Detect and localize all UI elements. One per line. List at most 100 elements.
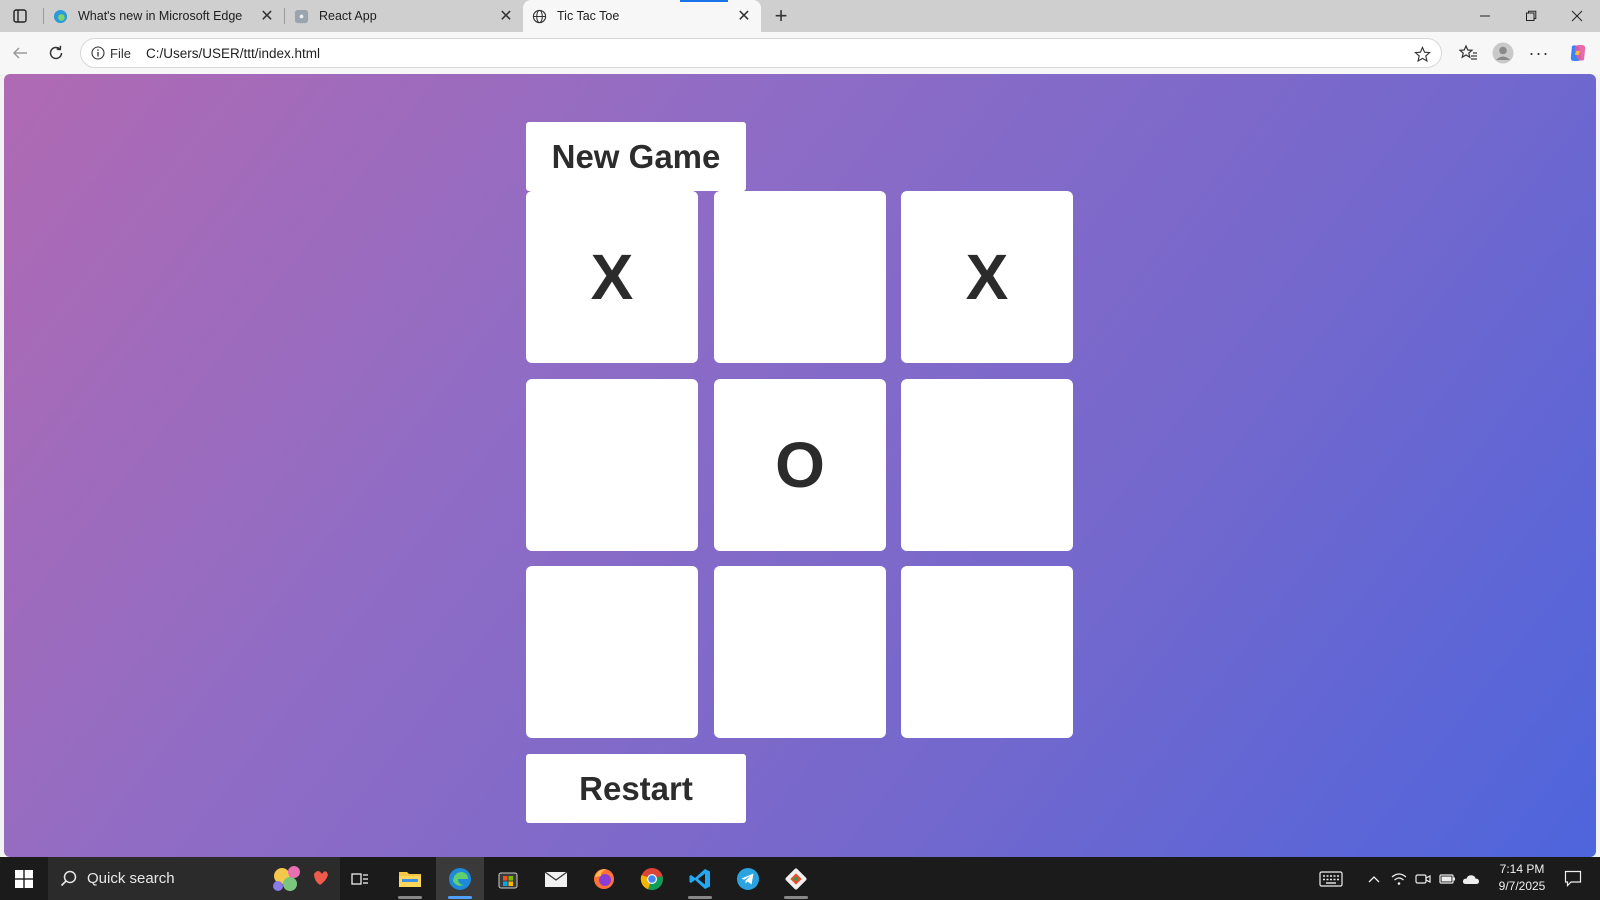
- refresh-button[interactable]: [42, 39, 70, 67]
- refresh-icon: [49, 45, 63, 60]
- running-indicator: [688, 896, 712, 899]
- battery-icon: [1438, 873, 1455, 884]
- chrome-icon: [640, 867, 663, 890]
- notification-icon: [1564, 870, 1582, 887]
- taskbar-firefox[interactable]: [580, 857, 628, 900]
- restore-icon: [1526, 10, 1537, 21]
- windows-start-icon: [15, 869, 33, 888]
- address-bar[interactable]: File C:/Users/USER/ttt/index.html: [80, 38, 1442, 68]
- camera-icon: [1415, 873, 1431, 884]
- running-indicator: [784, 896, 808, 899]
- taskbar-git-app[interactable]: [772, 857, 820, 900]
- mail-icon: [544, 870, 568, 887]
- board-cell-8[interactable]: [714, 566, 886, 738]
- favorites-button[interactable]: [1454, 39, 1482, 67]
- board-cell-2[interactable]: [714, 191, 886, 363]
- clock-date: 9/7/2025: [1498, 879, 1546, 893]
- clock-time: 7:14 PM: [1499, 862, 1545, 876]
- taskbar-mail[interactable]: [532, 857, 580, 900]
- favorites-icon: [1458, 44, 1477, 60]
- edge-icon: [52, 8, 68, 24]
- running-indicator: [398, 896, 422, 899]
- wifi-icon: [1391, 872, 1407, 885]
- favorite-star-icon[interactable]: [1413, 45, 1431, 63]
- git-app-icon: [785, 868, 807, 889]
- meet-now-button[interactable]: [1412, 857, 1434, 900]
- taskbar-edge[interactable]: [436, 857, 484, 900]
- folder-icon: [399, 871, 421, 887]
- store-icon: [498, 872, 518, 888]
- tab-title: React App: [319, 9, 377, 23]
- more-icon: ···: [1528, 42, 1550, 63]
- tab-close-icon[interactable]: ✕: [256, 5, 278, 27]
- scheme-label: File: [110, 45, 131, 61]
- edge-icon: [449, 867, 471, 890]
- chevron-up-icon: [1368, 875, 1380, 882]
- notifications-button[interactable]: [1556, 857, 1590, 900]
- tab-title: Tic Tac Toe: [557, 9, 620, 23]
- new-tab-button[interactable]: +: [769, 3, 793, 28]
- info-icon[interactable]: [90, 45, 106, 61]
- restart-button[interactable]: Restart: [526, 754, 746, 823]
- tab-actions-button[interactable]: [8, 5, 32, 27]
- board-cell-5[interactable]: O: [714, 379, 886, 551]
- globe-icon: [531, 8, 547, 24]
- react-icon: [293, 8, 309, 24]
- task-view-button[interactable]: [336, 857, 384, 900]
- tab-title: What's new in Microsoft Edge: [78, 9, 243, 23]
- minimize-button[interactable]: [1462, 0, 1508, 32]
- copilot-button[interactable]: [1564, 39, 1592, 67]
- tab-react-app[interactable]: React App ✕: [285, 0, 523, 32]
- board-cell-3[interactable]: X: [901, 191, 1073, 363]
- loading-indicator: [680, 0, 728, 2]
- taskbar-file-explorer[interactable]: [386, 857, 434, 900]
- touch-keyboard-button[interactable]: [1314, 857, 1348, 900]
- taskbar-clock[interactable]: 7:14 PM 9/7/2025: [1480, 861, 1564, 895]
- tab-whats-new[interactable]: What's new in Microsoft Edge ✕: [44, 0, 284, 32]
- page-viewport: New Game X X O Restart: [4, 74, 1596, 857]
- show-hidden-icons-button[interactable]: [1364, 857, 1384, 900]
- firefox-icon: [594, 868, 614, 889]
- back-button[interactable]: [6, 39, 34, 67]
- keyboard-icon: [1319, 870, 1343, 887]
- tab-close-icon[interactable]: ✕: [495, 5, 517, 27]
- search-placeholder: Quick search: [87, 870, 175, 887]
- taskbar-telegram[interactable]: [724, 857, 772, 900]
- board-cell-9[interactable]: [901, 566, 1073, 738]
- start-button[interactable]: [0, 857, 48, 900]
- telegram-icon: [737, 867, 759, 890]
- tab-tic-tac-toe[interactable]: Tic Tac Toe ✕: [523, 0, 761, 32]
- board-cell-6[interactable]: [901, 379, 1073, 551]
- more-options-button[interactable]: ···: [1525, 39, 1553, 67]
- battery-button[interactable]: [1436, 857, 1458, 900]
- minimize-icon: [1480, 15, 1490, 17]
- plus-icon: +: [774, 3, 788, 28]
- browser-toolbar: File C:/Users/USER/ttt/index.html ···: [0, 32, 1600, 74]
- profile-button[interactable]: [1489, 39, 1517, 67]
- taskbar-vscode[interactable]: [676, 857, 724, 900]
- taskbar-store[interactable]: [484, 857, 532, 900]
- cloud-icon: [1462, 874, 1479, 884]
- taskbar-chrome[interactable]: [628, 857, 676, 900]
- taskbar: Quick search 7:14 PM 9/7/2025: [0, 857, 1600, 900]
- search-highlight-icon: [273, 866, 328, 891]
- restore-button[interactable]: [1508, 0, 1554, 32]
- tab-close-icon[interactable]: ✕: [733, 5, 755, 27]
- vscode-icon: [689, 868, 710, 889]
- board-cell-7[interactable]: [526, 566, 698, 738]
- onedrive-button[interactable]: [1460, 857, 1482, 900]
- back-arrow-icon: [12, 47, 27, 59]
- taskbar-search[interactable]: Quick search: [48, 857, 340, 900]
- board-cell-4[interactable]: [526, 379, 698, 551]
- board-cell-1[interactable]: X: [526, 191, 698, 363]
- close-window-button[interactable]: [1554, 0, 1600, 32]
- new-game-button[interactable]: New Game: [526, 122, 746, 191]
- avatar: [1492, 42, 1514, 64]
- network-button[interactable]: [1388, 857, 1410, 900]
- tab-strip: What's new in Microsoft Edge ✕ React App…: [0, 0, 1600, 32]
- search-icon: [60, 870, 77, 887]
- address-url[interactable]: C:/Users/USER/ttt/index.html: [146, 46, 320, 61]
- task-view-icon: [351, 872, 368, 885]
- active-indicator: [448, 896, 472, 899]
- tab-actions-icon: [13, 9, 27, 23]
